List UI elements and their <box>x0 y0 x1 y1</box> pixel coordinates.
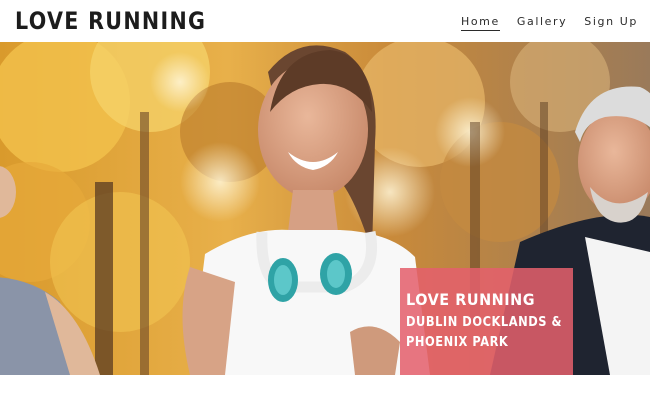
hero-banner: LOVE RUNNING DUBLIN DOCKLANDS & PHOENIX … <box>0 42 650 375</box>
overlay-subtitle-line-2: PHOENIX PARK <box>406 335 509 350</box>
site-logo[interactable]: LOVE RUNNING <box>15 7 206 35</box>
overlay-title: LOVE RUNNING <box>406 290 536 309</box>
hero-overlay-card: LOVE RUNNING DUBLIN DOCKLANDS & PHOENIX … <box>400 268 573 375</box>
overlay-subtitle-line-1: DUBLIN DOCKLANDS & <box>406 315 563 330</box>
site-header: LOVE RUNNING Home Gallery Sign Up <box>0 0 650 42</box>
main-nav: Home Gallery Sign Up <box>460 15 638 31</box>
overlay-subtitle: DUBLIN DOCKLANDS & PHOENIX PARK <box>406 313 563 353</box>
page-content-start <box>0 375 650 400</box>
nav-home-link[interactable]: Home <box>460 15 500 31</box>
nav-signup-link[interactable]: Sign Up <box>584 15 638 31</box>
nav-gallery-link[interactable]: Gallery <box>517 15 567 31</box>
